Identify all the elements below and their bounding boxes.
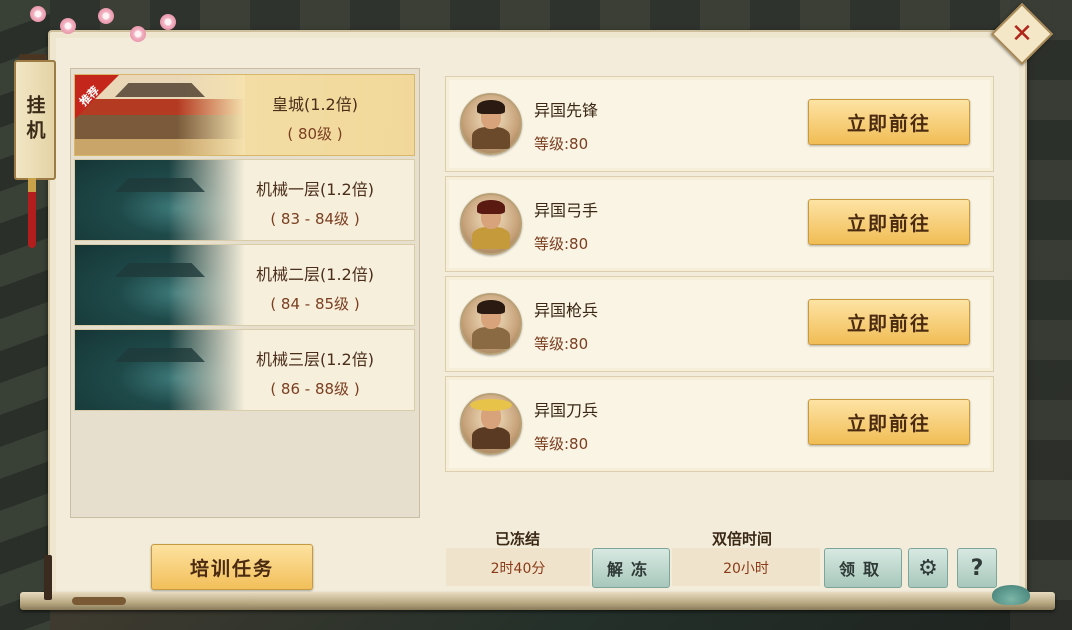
map-item-imperial-city[interactable]: 推荐 皇城(1.2倍) ( 80级 ) [74, 74, 415, 156]
map-item-machine-3[interactable]: 机械三层(1.2倍) ( 86 - 88级 ) [74, 329, 415, 411]
enemy-avatar [460, 393, 522, 455]
enemy-row-vanguard: 异国先锋 等级:80 立即前往 [445, 76, 994, 172]
enemy-avatar [460, 193, 522, 255]
blossom-flower [98, 8, 114, 24]
go-now-button[interactable]: 立即前往 [808, 299, 970, 345]
map-level: ( 83 - 84级 ) [270, 210, 360, 228]
map-item-machine-1[interactable]: 机械一层(1.2倍) ( 83 - 84级 ) [74, 159, 415, 241]
settings-button[interactable]: ⚙ [908, 548, 948, 588]
enemy-level: 等级:80 [534, 335, 589, 353]
go-now-button[interactable]: 立即前往 [808, 399, 970, 445]
map-name: 皇城(1.2倍) [272, 95, 358, 114]
map-level: ( 80级 ) [287, 125, 343, 143]
pole-ornament [44, 555, 52, 600]
tab-idle[interactable]: 挂机 [14, 60, 56, 180]
question-icon: ? [970, 555, 984, 581]
scroll-ornament [72, 597, 126, 605]
enemy-row-archer: 异国弓手 等级:80 立即前往 [445, 176, 994, 272]
map-level: ( 84 - 85级 ) [270, 295, 360, 313]
enemy-name: 异国枪兵 [534, 301, 599, 320]
enemy-row-swordsman: 异国刀兵 等级:80 立即前往 [445, 376, 994, 472]
enemy-row-spearman: 异国枪兵 等级:80 立即前往 [445, 276, 994, 372]
go-now-button[interactable]: 立即前往 [808, 99, 970, 145]
map-level: ( 86 - 88级 ) [270, 380, 360, 398]
blossom-flower [130, 26, 146, 42]
map-thumbnail [75, 245, 245, 325]
frozen-value: 2时40分 [490, 561, 546, 577]
close-icon[interactable]: ✕ [1000, 12, 1044, 56]
map-name: 机械二层(1.2倍) [256, 265, 374, 284]
double-time-label: 双倍时间 [711, 530, 772, 548]
map-item-machine-2[interactable]: 机械二层(1.2倍) ( 84 - 85级 ) [74, 244, 415, 326]
blossom-flower [30, 6, 46, 22]
tassel-decoration [28, 178, 36, 248]
help-button[interactable]: ? [957, 548, 997, 588]
training-task-button[interactable]: 培训任务 [151, 544, 313, 590]
enemy-name: 异国刀兵 [534, 401, 599, 420]
go-now-button[interactable]: 立即前往 [808, 199, 970, 245]
enemy-name: 异国先锋 [534, 101, 599, 120]
bottom-rail [20, 592, 1055, 610]
enemy-level: 等级:80 [534, 435, 589, 453]
enemy-avatar [460, 93, 522, 155]
plum-blossom-decoration [20, 0, 190, 60]
unfreeze-button[interactable]: 解冻 [592, 548, 670, 588]
double-time-value: 20小时 [723, 561, 769, 577]
frozen-label: 已冻结 [494, 530, 540, 548]
blossom-flower [160, 14, 176, 30]
enemy-level: 等级:80 [534, 135, 589, 153]
blossom-flower [60, 18, 76, 34]
gear-icon: ⚙ [918, 555, 938, 581]
enemy-avatar [460, 293, 522, 355]
lotus-ornament [992, 585, 1030, 605]
enemy-name: 异国弓手 [534, 201, 599, 220]
enemy-level: 等级:80 [534, 235, 589, 253]
claim-button[interactable]: 领取 [824, 548, 902, 588]
map-name: 机械三层(1.2倍) [256, 350, 374, 369]
map-name: 机械一层(1.2倍) [256, 180, 374, 199]
map-thumbnail [75, 160, 245, 240]
map-thumbnail [75, 330, 245, 410]
